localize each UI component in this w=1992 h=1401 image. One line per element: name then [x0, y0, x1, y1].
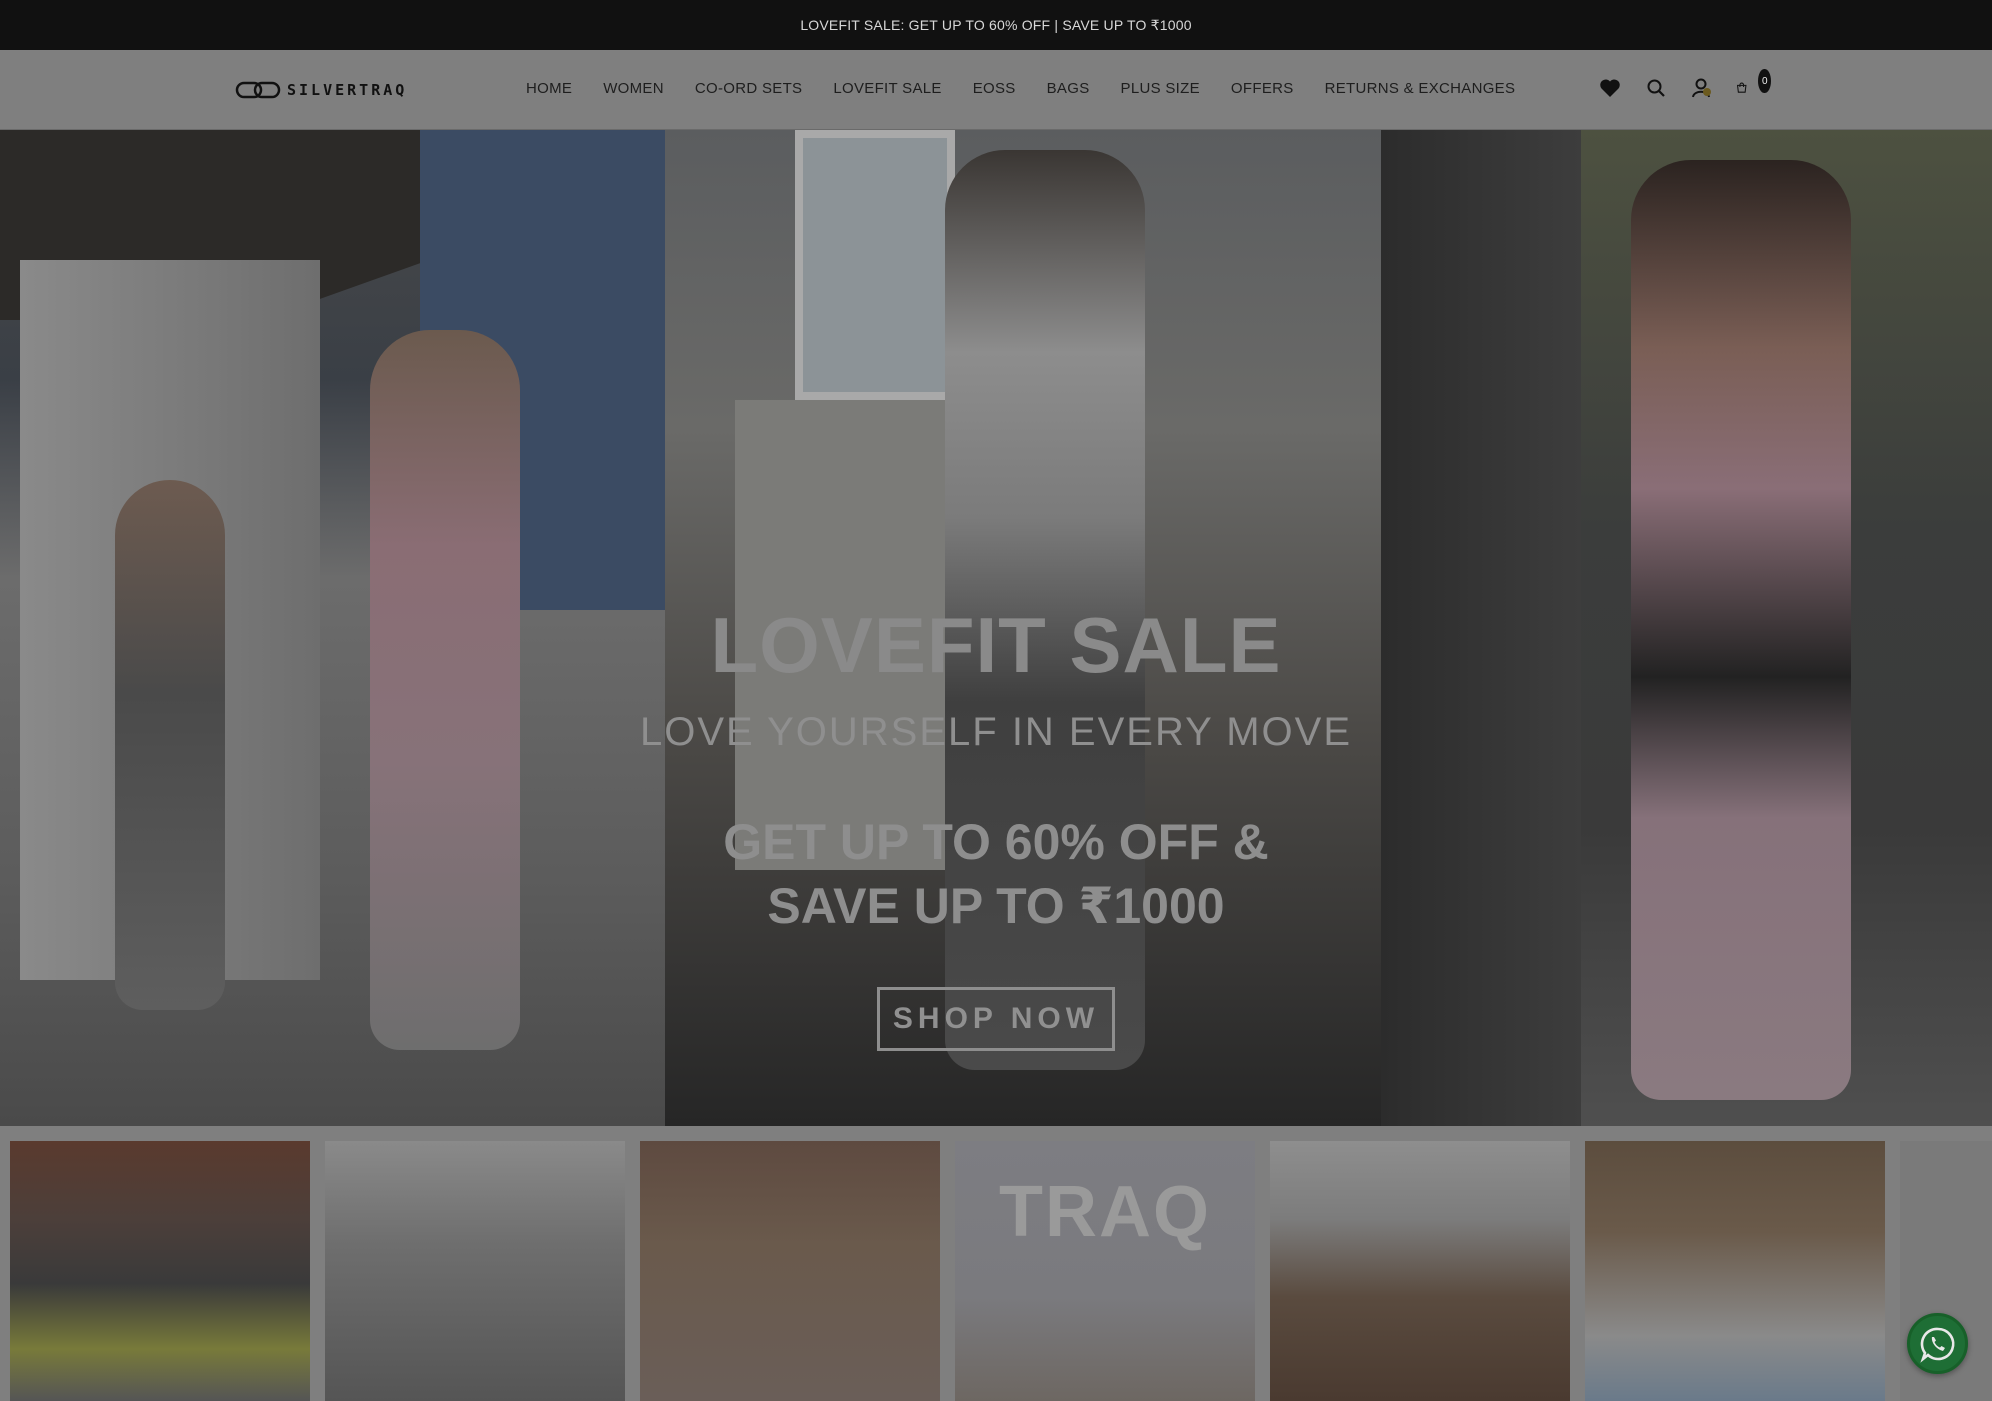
shop-now-button[interactable]: SHOP NOW — [877, 987, 1115, 1051]
video-strip: TRAQ — [0, 1126, 1992, 1401]
brand-name: SILVERTRAQ — [287, 81, 408, 99]
user-icon[interactable] — [1690, 76, 1714, 100]
strip-tile[interactable] — [640, 1141, 940, 1401]
nav-home[interactable]: HOME — [526, 80, 572, 97]
hero-overlay: LOVEFIT SALE LOVE YOURSELF IN EVERY MOVE… — [0, 130, 1992, 1126]
brand-logo[interactable]: SILVERTRAQ — [235, 78, 407, 102]
hero-subtitle: LOVE YOURSELF IN EVERY MOVE — [639, 710, 1352, 754]
hero-offer-line-2: SAVE UP TO ₹1000 — [767, 878, 1225, 934]
strip-tile[interactable]: TRAQ — [955, 1141, 1255, 1401]
nav-bags[interactable]: BAGS — [1047, 80, 1090, 97]
cart-count-badge: 0 — [1758, 69, 1771, 93]
hero-offer-line-1: GET UP TO 60% OFF & — [723, 814, 1269, 870]
nav-lovefit-sale[interactable]: LOVEFIT SALE — [833, 80, 941, 97]
search-icon[interactable] — [1644, 76, 1668, 100]
hero-title: LOVEFIT SALE — [710, 601, 1282, 689]
cart-icon[interactable]: 0 — [1736, 69, 1771, 100]
whatsapp-icon — [1919, 1327, 1954, 1363]
strip-tile[interactable] — [1270, 1141, 1570, 1401]
header-icons: 0 — [1598, 69, 1771, 100]
strip-tile[interactable] — [10, 1141, 310, 1401]
logo-mark-icon — [235, 81, 281, 99]
nav-returns-exchanges[interactable]: RETURNS & EXCHANGES — [1325, 80, 1516, 97]
hero-offer: GET UP TO 60% OFF & SAVE UP TO ₹1000 — [596, 810, 1396, 938]
nav-plus-size[interactable]: PLUS SIZE — [1121, 80, 1200, 97]
heart-icon[interactable] — [1598, 76, 1622, 100]
whatsapp-chat-button[interactable] — [1907, 1313, 1968, 1374]
strip-tile[interactable] — [325, 1141, 625, 1401]
announcement-bar: LOVEFIT SALE: GET UP TO 60% OFF | SAVE U… — [0, 0, 1992, 50]
nav-offers[interactable]: OFFERS — [1231, 80, 1294, 97]
nav-women[interactable]: WOMEN — [603, 80, 664, 97]
nav-eoss[interactable]: EOSS — [973, 80, 1016, 97]
announcement-text: LOVEFIT SALE: GET UP TO 60% OFF | SAVE U… — [800, 16, 1192, 33]
strip-tile[interactable] — [1585, 1141, 1885, 1401]
main-nav: HOME WOMEN CO-ORD SETS LOVEFIT SALE EOSS… — [526, 80, 1515, 97]
hero-banner[interactable]: LOVEFIT SALE LOVE YOURSELF IN EVERY MOVE… — [0, 130, 1992, 1126]
nav-co-ord-sets[interactable]: CO-ORD SETS — [695, 80, 802, 97]
site-header: SILVERTRAQ HOME WOMEN CO-ORD SETS LOVEFI… — [0, 50, 1992, 130]
strip-tile-label: TRAQ — [999, 1172, 1211, 1252]
